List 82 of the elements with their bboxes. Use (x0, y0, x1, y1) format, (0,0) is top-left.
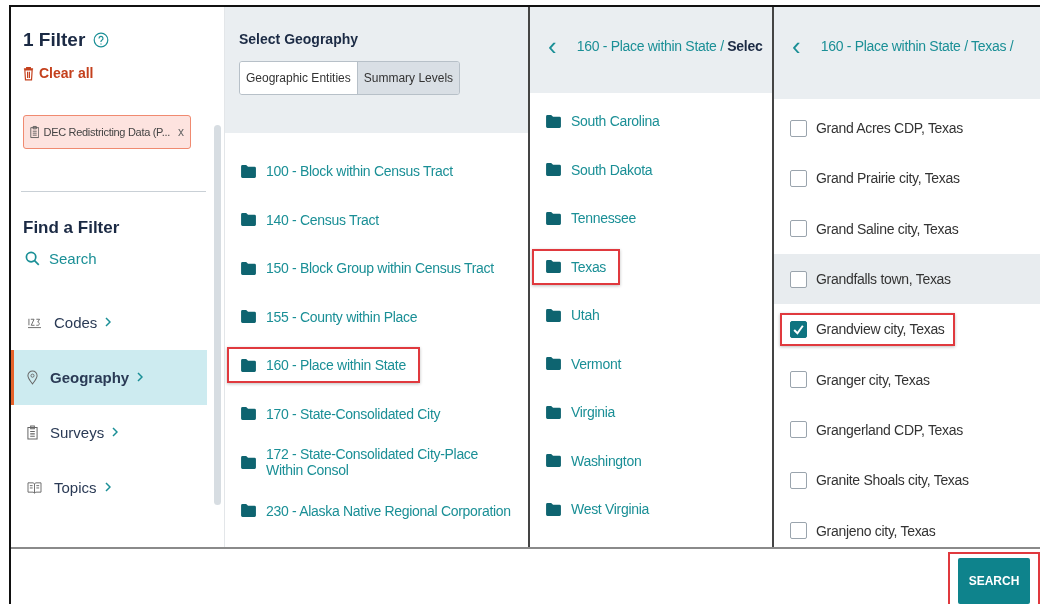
place-label: Grand Saline city, Texas (816, 220, 959, 237)
search-icon (25, 250, 40, 266)
folder-link[interactable]: 100 - Block within Census Tract (227, 153, 467, 190)
nav-item[interactable]: Surveys (11, 404, 207, 460)
search-button[interactable]: SEARCH (958, 558, 1030, 604)
place-label: Grandview city, Texas (816, 321, 945, 338)
checkbox[interactable] (790, 371, 807, 389)
map-pin-icon (27, 369, 38, 385)
folder-icon (546, 405, 561, 419)
back-button[interactable]: ‹ (544, 33, 561, 59)
place-label: Granger city, Texas (816, 371, 930, 388)
place-label: Grangerland CDP, Texas (816, 421, 963, 438)
folder-icon (546, 260, 561, 274)
folder-link[interactable]: Tennessee (532, 200, 651, 237)
place-label: Grand Acres CDP, Texas (816, 120, 963, 137)
segment-tab[interactable]: Summary Levels (357, 62, 460, 94)
nav-item[interactable]: Codes (11, 294, 207, 350)
folder-link[interactable]: Utah (532, 297, 614, 334)
checkbox[interactable] (790, 421, 807, 439)
folder-icon (546, 454, 561, 468)
folder-link[interactable]: 230 - Alaska Native Regional Corporation (227, 492, 525, 529)
column-title: Select Geography (239, 31, 360, 47)
trash-icon (23, 65, 34, 81)
clipboard-icon (30, 124, 40, 139)
folder-icon (546, 357, 561, 371)
checkbox[interactable] (790, 522, 807, 539)
folder-link[interactable]: 170 - State-Consolidated City (227, 395, 455, 432)
place-label: Granite Shoals city, Texas (816, 472, 969, 489)
folder-icon (546, 502, 561, 516)
nav-item[interactable]: Geography (11, 349, 207, 405)
scrollbar[interactable] (214, 125, 221, 505)
folder-icon (241, 213, 256, 227)
folder-link[interactable]: Washington (532, 442, 656, 479)
filter-count-title: 1 Filter (23, 29, 86, 51)
folder-link[interactable]: Virginia (532, 394, 630, 431)
place-label: Granjeno city, Texas (816, 522, 936, 539)
place-label: Grandfalls town, Texas (816, 271, 951, 288)
breadcrumb: 160 - Place within State / Selec (576, 38, 763, 54)
clipboard-icon (27, 424, 38, 440)
folder-icon (241, 261, 256, 275)
checkbox[interactable] (790, 320, 807, 338)
chevron-icon (137, 372, 144, 382)
nav-item[interactable]: Topics (11, 459, 207, 515)
chevron-icon (112, 427, 119, 437)
folder-icon (241, 164, 256, 178)
folder-link[interactable]: 172 - State-Consolidated City-Place Within Consol (227, 436, 528, 489)
folder-icon (546, 308, 561, 322)
checkbox[interactable] (790, 169, 807, 187)
folder-link[interactable]: 160 - Place within State (227, 347, 420, 384)
folder-link[interactable]: 150 - Block Group within Census Tract (227, 250, 508, 287)
help-icon[interactable] (93, 32, 110, 48)
place-label: Grand Prairie city, Texas (816, 170, 960, 187)
search-link[interactable]: Search (25, 249, 224, 267)
folder-icon (241, 504, 256, 518)
breadcrumb: 160 - Place within State / Texas / (820, 38, 1014, 54)
folder-link[interactable]: 140 - Census Tract (227, 201, 393, 238)
folder-link[interactable]: South Carolina (532, 103, 674, 140)
folder-icon (546, 163, 561, 177)
checkbox[interactable] (790, 220, 807, 238)
folder-link[interactable]: 155 - County within Place (227, 298, 432, 335)
back-button[interactable]: ‹ (788, 33, 805, 59)
folder-icon (241, 358, 256, 372)
folder-link[interactable]: South Dakota (532, 151, 667, 188)
chevron-icon (104, 482, 111, 492)
find-filter-title: Find a Filter (23, 217, 121, 238)
folder-link[interactable]: West Virginia (532, 491, 664, 528)
remove-chip-button[interactable]: x (174, 124, 184, 139)
folder-icon (546, 114, 561, 128)
checkbox[interactable] (790, 270, 807, 288)
checkbox[interactable] (790, 471, 807, 489)
chevron-icon (105, 317, 112, 327)
book-icon (27, 480, 42, 494)
folder-link[interactable]: Vermont (532, 345, 636, 382)
chip-label: DEC Redistricting Data (P... (43, 125, 170, 138)
folder-link[interactable]: Texas (532, 248, 621, 285)
folder-icon (546, 211, 561, 225)
checkbox[interactable] (790, 119, 807, 137)
folder-icon (241, 407, 256, 421)
folder-icon (241, 455, 256, 469)
segment-tab[interactable]: Geographic Entities (240, 62, 358, 94)
folder-icon (241, 310, 256, 324)
clear-all-link[interactable]: Clear all (23, 65, 94, 81)
